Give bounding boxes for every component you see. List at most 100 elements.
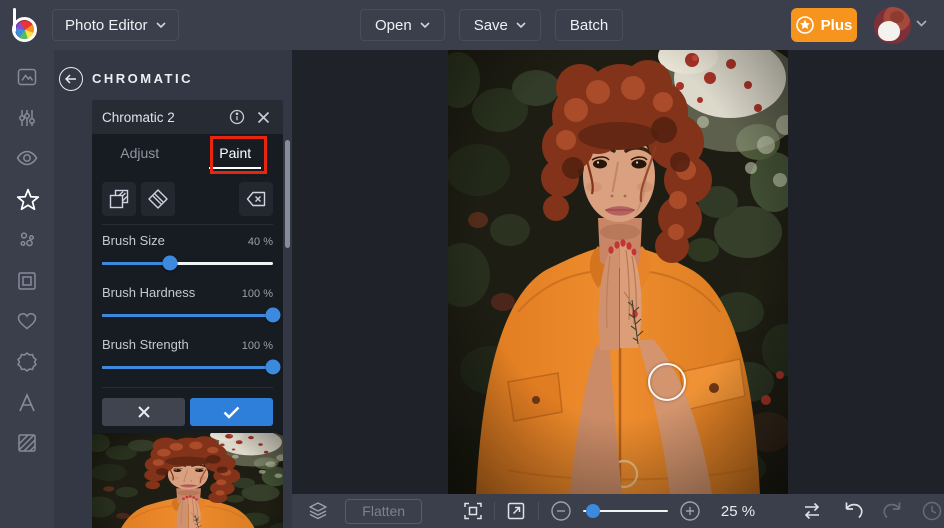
sidebar-item-effects[interactable] <box>15 187 39 211</box>
brush-cursor <box>648 363 686 401</box>
info-button[interactable] <box>227 107 247 127</box>
close-button[interactable] <box>253 107 273 127</box>
zoom-slider-thumb[interactable] <box>586 504 600 518</box>
sidebar: ? <box>0 50 54 528</box>
file-actions: Open Save Batch <box>360 9 623 41</box>
panel-scrollbar <box>285 134 290 474</box>
app-menu-label: Photo Editor <box>65 17 148 34</box>
brush-hardness-slider-thumb[interactable] <box>266 308 281 323</box>
sidebar-item-overlays[interactable] <box>15 309 39 333</box>
close-icon <box>257 111 270 124</box>
fullscreen-icon <box>505 500 527 522</box>
tab-paint[interactable]: Paint <box>188 134 284 172</box>
photo-image[interactable] <box>448 50 788 494</box>
tab-paint-label: Paint <box>219 145 251 161</box>
history-clock-icon <box>920 499 944 523</box>
befunky-logo-icon[interactable] <box>10 8 44 42</box>
brush-strength-group: Brush Strength 100 % <box>92 329 283 387</box>
bottom-toolbar: Flatten 25 % <box>292 494 944 528</box>
brush-hardness-label: Brush Hardness <box>102 285 242 300</box>
brush-size-group: Brush Size 40 % <box>92 225 283 277</box>
chevron-down-icon <box>516 22 526 28</box>
history-button[interactable] <box>920 499 944 523</box>
eraser-button[interactable] <box>141 182 175 216</box>
eraser-diamond-icon <box>147 188 169 210</box>
text-icon <box>15 391 39 415</box>
zoom-slider[interactable] <box>583 501 668 521</box>
artsy-dots-icon <box>15 228 39 252</box>
cancel-button[interactable] <box>102 398 185 426</box>
textures-icon <box>15 431 39 455</box>
brush-hardness-group: Brush Hardness 100 % <box>92 277 283 329</box>
graphics-badge-icon <box>15 350 39 374</box>
user-avatar[interactable] <box>874 7 911 44</box>
flatten-button[interactable]: Flatten <box>345 499 422 524</box>
back-button[interactable] <box>59 67 83 91</box>
frames-icon <box>15 269 39 293</box>
sidebar-item-frames[interactable] <box>15 269 39 293</box>
widget-title: Chromatic 2 <box>102 110 227 125</box>
overlays-heart-icon <box>15 309 39 333</box>
sidebar-item-artsy[interactable] <box>15 228 39 252</box>
redo-icon <box>880 499 904 523</box>
compare-button[interactable] <box>800 499 824 523</box>
redo-button[interactable] <box>880 499 904 523</box>
thumbnail-image <box>92 433 283 528</box>
avatar-chevron-icon[interactable] <box>916 20 927 27</box>
sidebar-item-edit[interactable] <box>15 106 39 130</box>
layers-button[interactable] <box>307 499 329 523</box>
divider <box>538 502 539 520</box>
batch-button[interactable]: Batch <box>555 9 623 41</box>
zoom-out-icon <box>549 499 573 523</box>
layers-icon <box>307 500 329 522</box>
compare-icon <box>800 499 824 523</box>
plus-label: Plus <box>821 17 853 34</box>
photo-editor-app: Photo Editor Open Save Batch Plus <box>0 0 944 528</box>
touchup-eye-icon <box>15 146 39 170</box>
tab-adjust-label: Adjust <box>120 145 159 161</box>
flatten-label: Flatten <box>362 503 405 519</box>
app-menu-button[interactable]: Photo Editor <box>52 9 179 41</box>
sidebar-item-photo-manager[interactable] <box>15 65 39 89</box>
canvas-area[interactable] <box>292 50 944 528</box>
scrollbar-thumb[interactable] <box>285 140 290 248</box>
plus-upgrade-button[interactable]: Plus <box>791 8 857 42</box>
save-button[interactable]: Save <box>459 9 541 41</box>
photo-manager-icon <box>15 65 39 89</box>
invert-mask-button[interactable] <box>102 182 136 216</box>
apply-button[interactable] <box>190 398 273 426</box>
undo-button[interactable] <box>842 499 866 523</box>
brush-size-slider-thumb[interactable] <box>163 256 178 271</box>
brush-hardness-slider[interactable] <box>102 305 273 325</box>
sidebar-item-text[interactable] <box>15 391 39 415</box>
topbar: Photo Editor Open Save Batch Plus <box>0 0 944 50</box>
sidebar-item-textures[interactable] <box>15 431 39 455</box>
fullscreen-button[interactable] <box>505 499 527 523</box>
widget-header: Chromatic 2 <box>92 100 283 134</box>
chromatic-panel: CHROMATIC Chromatic 2 Adjust Paint <box>54 50 292 528</box>
panel-title: CHROMATIC <box>92 71 193 86</box>
brush-size-slider[interactable] <box>102 253 273 273</box>
sidebar-item-touchup[interactable] <box>15 146 39 170</box>
clear-mask-button[interactable] <box>239 182 273 216</box>
brush-tools <box>92 172 283 224</box>
info-icon <box>229 109 245 125</box>
chevron-down-icon <box>420 22 430 28</box>
tab-adjust[interactable]: Adjust <box>92 134 188 172</box>
fit-screen-icon <box>462 500 484 522</box>
zoom-in-button[interactable] <box>678 499 702 523</box>
image-thumbnail[interactable] <box>92 433 283 528</box>
effects-star-icon <box>15 187 41 213</box>
fit-screen-button[interactable] <box>462 499 484 523</box>
open-button[interactable]: Open <box>360 9 445 41</box>
open-label: Open <box>375 17 412 34</box>
brush-strength-slider-thumb[interactable] <box>266 360 281 375</box>
sidebar-item-graphics[interactable] <box>15 350 39 374</box>
brush-strength-label: Brush Strength <box>102 337 242 352</box>
widget-tabs: Adjust Paint <box>92 134 283 172</box>
checkmark-icon <box>223 406 240 419</box>
zoom-out-button[interactable] <box>549 499 573 523</box>
arrow-left-icon <box>65 74 77 84</box>
edit-sliders-icon <box>15 106 39 130</box>
brush-strength-slider[interactable] <box>102 357 273 377</box>
